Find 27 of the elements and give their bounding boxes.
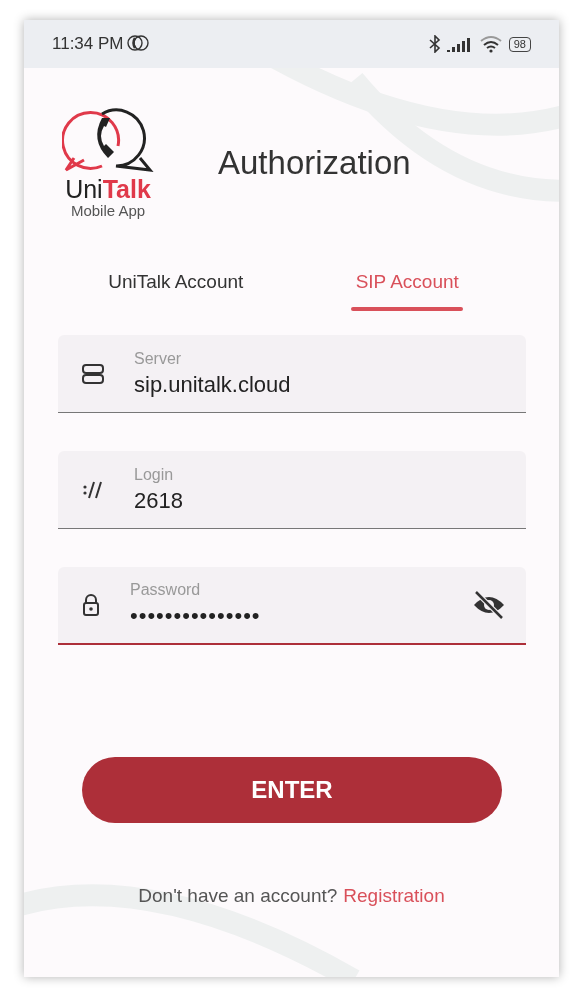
page-title: Authorization: [218, 143, 411, 182]
account-tab[interactable]: UniTalk Account: [60, 257, 292, 311]
field-value: 2618: [134, 487, 184, 514]
enter-button[interactable]: ENTER: [82, 757, 502, 823]
registration-link[interactable]: Registration: [343, 885, 445, 906]
account-tab[interactable]: SIP Account: [291, 257, 523, 311]
chat-bubbles-icon: [125, 34, 150, 54]
account-prompt: Don't have an account?: [138, 885, 338, 906]
server-icon: [82, 363, 104, 384]
signal-icon: [446, 36, 473, 52]
field-value: •••••••••••••••: [130, 603, 262, 629]
input-field[interactable]: Login 2618: [58, 451, 526, 529]
eye-off-icon[interactable]: [472, 590, 506, 620]
brand-subtitle: Mobile App: [70, 202, 146, 219]
field-value: sip.unitalk.cloud: [134, 371, 292, 398]
protocol-icon: [82, 479, 104, 500]
battery-level: 98: [508, 36, 531, 52]
input-field[interactable]: Server sip.unitalk.cloud: [58, 335, 526, 413]
wifi-icon: [478, 35, 503, 53]
status-time: 11:34 PM: [52, 34, 124, 54]
lock-icon: [82, 594, 100, 616]
field-label: Server: [134, 349, 183, 368]
input-field[interactable]: Password •••••••••••••••: [58, 567, 526, 645]
brand-name: UniTalk: [65, 176, 151, 202]
field-label: Password: [130, 581, 202, 599]
field-label: Login: [134, 465, 175, 484]
bluetooth-icon: [428, 35, 441, 53]
